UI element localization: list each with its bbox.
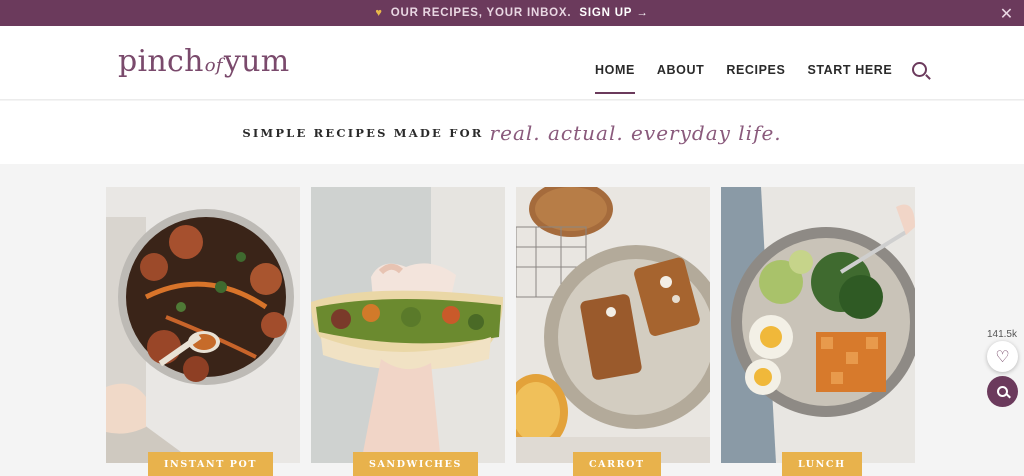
instant-pot-photo[interactable] xyxy=(106,187,300,463)
category-card-instant-pot[interactable]: INSTANT POT xyxy=(106,187,300,476)
heart-icon[interactable]: ♡ xyxy=(987,341,1018,372)
logo-text-pinch: pinch xyxy=(118,44,204,79)
category-card-lunch[interactable]: LUNCH xyxy=(721,187,915,476)
lunch-photo[interactable] xyxy=(721,187,915,463)
signup-link[interactable]: SIGN UP xyxy=(579,7,632,19)
nav-about[interactable]: ABOUT xyxy=(657,63,704,77)
search-icon xyxy=(997,386,1008,397)
category-card-carrot[interactable]: CARROT xyxy=(516,187,710,476)
sandwiches-photo[interactable] xyxy=(311,187,505,463)
promo-bar: ♥ OUR RECIPES, YOUR INBOX. SIGN UP → ✕ xyxy=(0,0,1024,26)
close-icon[interactable]: ✕ xyxy=(1000,4,1014,24)
site-header: pinchofyum HOME ABOUT RECIPES START HERE xyxy=(0,26,1024,100)
nav-start-here[interactable]: START HERE xyxy=(807,63,892,77)
logo-text-yum: yum xyxy=(223,44,290,79)
nav-recipes[interactable]: RECIPES xyxy=(726,63,785,77)
category-label-instant-pot[interactable]: INSTANT POT xyxy=(148,452,274,476)
tagline-banner: SIMPLE RECIPES MADE FOR real. actual. ev… xyxy=(0,101,1024,164)
favorite-count: 141.5k xyxy=(986,329,1017,340)
tagline-text: SIMPLE RECIPES MADE FOR xyxy=(242,125,484,140)
nav-home[interactable]: HOME xyxy=(595,63,635,94)
tagline-script: real. actual. everyday life. xyxy=(489,120,782,145)
main-nav: HOME ABOUT RECIPES START HERE xyxy=(595,62,928,94)
heart-icon: ♥ xyxy=(375,7,383,19)
promo-message: OUR RECIPES, YOUR INBOX. xyxy=(390,7,572,19)
category-label-sandwiches[interactable]: SANDWICHES xyxy=(353,452,478,476)
site-logo[interactable]: pinchofyum xyxy=(118,44,289,79)
category-grid: INSTANT POT SANDWICHES CARROT LUNCH xyxy=(106,187,915,476)
category-label-lunch[interactable]: LUNCH xyxy=(782,452,862,476)
category-card-sandwiches[interactable]: SANDWICHES xyxy=(311,187,505,476)
search-fab-button[interactable] xyxy=(987,376,1018,407)
carrot-photo[interactable] xyxy=(516,187,710,463)
category-label-carrot[interactable]: CARROT xyxy=(573,452,661,476)
logo-text-of: of xyxy=(204,55,223,76)
arrow-right-icon[interactable]: → xyxy=(636,7,648,19)
search-icon[interactable] xyxy=(912,62,928,77)
